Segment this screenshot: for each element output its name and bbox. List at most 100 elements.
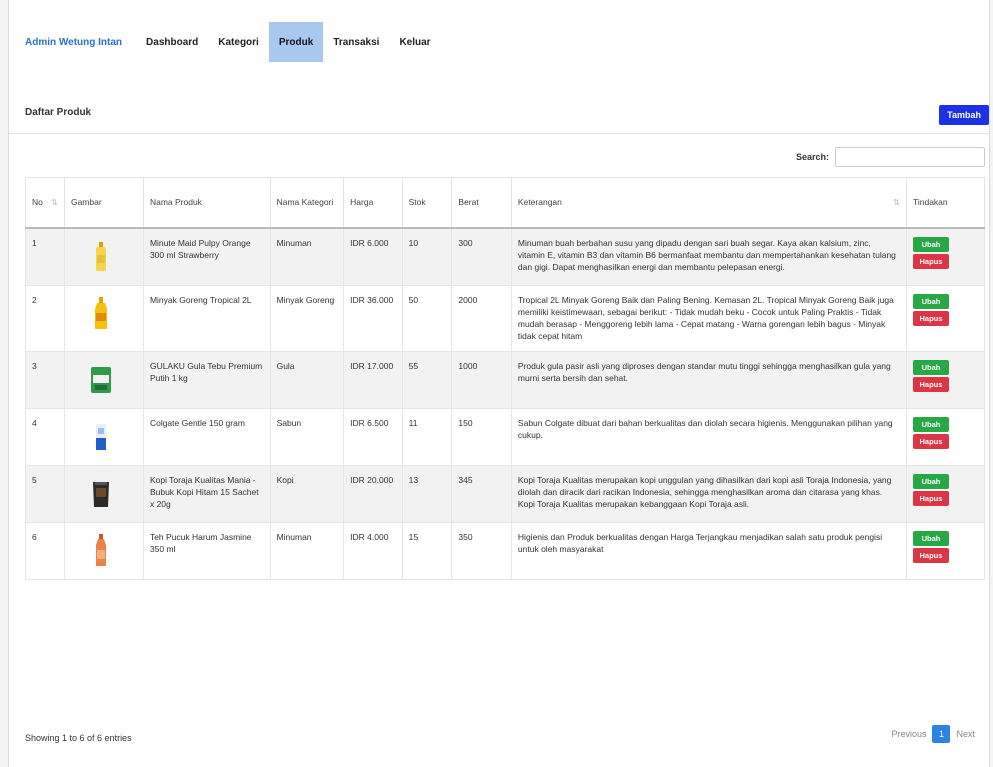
delete-button[interactable]: Hapus	[912, 433, 949, 449]
table-row: 2 Minyak Goreng Tropical 2L Minyak Goren…	[25, 284, 986, 352]
cell-actions: Ubah Hapus	[905, 407, 986, 466]
edit-button[interactable]: Ubah	[912, 293, 949, 309]
delete-button[interactable]: Hapus	[912, 547, 949, 563]
table-row: 5 Kopi Toraja Kualitas Mania - Bubuk Kop…	[25, 464, 986, 523]
cell-nama: Minyak Goreng Tropical 2L	[142, 284, 271, 352]
cell-image	[63, 407, 144, 466]
add-product-button[interactable]: Tambah	[939, 105, 989, 125]
next-page-button[interactable]: Next	[950, 729, 981, 739]
edit-button[interactable]: Ubah	[912, 359, 949, 375]
coffee-pouch-icon	[71, 474, 131, 514]
nav-produk[interactable]: Produk	[268, 22, 324, 62]
product-table: No ⇅ Gambar Nama Produk Nama Kategori Har…	[25, 177, 986, 580]
cell-image	[63, 227, 144, 286]
column-header-gambar[interactable]: Gambar	[63, 177, 144, 229]
column-header-berat[interactable]: Berat	[451, 177, 512, 229]
column-header-nama[interactable]: Nama Produk	[142, 177, 271, 229]
cell-nama: GULAKU Gula Tebu Premium Putih 1 kg	[142, 350, 271, 409]
delete-button[interactable]: Hapus	[912, 253, 949, 269]
cell-stok: 15	[401, 521, 453, 580]
delete-button[interactable]: Hapus	[912, 490, 949, 506]
column-label: Tindakan	[912, 197, 948, 208]
cell-actions: Ubah Hapus	[905, 284, 986, 352]
column-label: Harga	[350, 197, 374, 208]
cell-no: 5	[25, 464, 65, 523]
previous-page-button[interactable]: Previous	[885, 729, 932, 739]
cell-stok: 55	[401, 350, 453, 409]
toothpaste-icon	[71, 417, 131, 457]
column-header-harga[interactable]: Harga	[343, 177, 403, 229]
table-row: 3 GULAKU Gula Tebu Premium Putih 1 kg Gu…	[25, 350, 986, 409]
column-header-keterangan[interactable]: Keterangan ⇅	[510, 177, 907, 229]
column-label: Stok	[408, 197, 426, 208]
cell-image	[63, 521, 144, 580]
cell-no: 6	[25, 521, 65, 580]
tea-bottle-icon	[71, 531, 131, 571]
cell-no: 4	[25, 407, 65, 466]
cell-keterangan: Tropical 2L Minyak Goreng Baik dan Palin…	[510, 284, 907, 352]
cell-nama: Teh Pucuk Harum Jasmine 350 ml	[142, 521, 271, 580]
table-info: Showing 1 to 6 of 6 entries	[25, 733, 132, 743]
divider	[9, 133, 989, 134]
column-label: Keterangan	[517, 196, 562, 207]
app-frame: Admin Wetung Intan Dashboard Kategori Pr…	[8, 0, 990, 767]
nav-keluar[interactable]: Keluar	[389, 22, 440, 62]
cell-keterangan: Produk gula pasir asli yang diproses den…	[510, 350, 907, 409]
top-navbar: Admin Wetung Intan Dashboard Kategori Pr…	[25, 22, 441, 62]
column-header-stok[interactable]: Stok	[401, 177, 453, 229]
edit-button[interactable]: Ubah	[912, 530, 949, 546]
cell-berat: 350	[451, 521, 512, 580]
nav-kategori[interactable]: Kategori	[208, 22, 269, 62]
cell-image	[63, 464, 144, 523]
page-title: Daftar Produk	[25, 107, 92, 118]
cell-image	[63, 350, 144, 409]
cell-berat: 2000	[451, 284, 512, 352]
column-header-tindakan: Tindakan	[905, 177, 986, 229]
delete-button[interactable]: Hapus	[912, 376, 949, 392]
oil-bottle-icon	[71, 294, 131, 334]
cell-kategori: Minuman	[269, 521, 345, 580]
cell-no: 1	[25, 227, 65, 286]
cell-kategori: Minyak Goreng	[269, 284, 345, 352]
table-header-row: No ⇅ Gambar Nama Produk Nama Kategori Har…	[25, 177, 986, 229]
column-header-kategori[interactable]: Nama Kategori	[269, 177, 345, 229]
cell-stok: 13	[401, 464, 453, 523]
search-label: Search:	[795, 152, 829, 162]
cell-stok: 50	[401, 284, 453, 352]
cell-keterangan: Kopi Toraja Kualitas merupakan kopi ungg…	[510, 464, 907, 523]
cell-kategori: Gula	[269, 350, 345, 409]
column-label: No	[32, 196, 43, 207]
cell-kategori: Minuman	[269, 227, 345, 286]
column-header-no[interactable]: No ⇅	[25, 177, 65, 229]
nav-transaksi[interactable]: Transaksi	[323, 22, 389, 62]
cell-actions: Ubah Hapus	[905, 464, 986, 523]
cell-keterangan: Higienis dan Produk berkualitas dengan H…	[510, 521, 907, 580]
cell-berat: 300	[451, 227, 512, 286]
sugar-pack-icon	[71, 360, 131, 400]
column-label: Berat	[458, 197, 479, 208]
cell-harga: IDR 6.000	[343, 227, 403, 286]
nav-dashboard[interactable]: Dashboard	[136, 22, 208, 62]
cell-berat: 345	[451, 464, 512, 523]
edit-button[interactable]: Ubah	[912, 236, 949, 252]
cell-keterangan: Sabun Colgate dibuat dari bahan berkuali…	[510, 407, 907, 466]
cell-kategori: Kopi	[269, 464, 345, 523]
edit-button[interactable]: Ubah	[912, 416, 949, 432]
sort-icon: ⇅	[50, 196, 58, 207]
search-input[interactable]	[835, 147, 985, 167]
cell-actions: Ubah Hapus	[905, 227, 986, 286]
cell-nama: Minute Maid Pulpy Orange 300 ml Strawber…	[142, 227, 271, 286]
column-label: Nama Produk	[149, 197, 202, 208]
column-label: Nama Kategori	[276, 197, 334, 208]
cell-nama: Colgate Gentle 150 gram	[142, 407, 271, 466]
brand-link[interactable]: Admin Wetung Intan	[25, 37, 122, 48]
page-button-current[interactable]: 1	[932, 725, 951, 743]
edit-button[interactable]: Ubah	[912, 473, 949, 489]
cell-no: 3	[25, 350, 65, 409]
cell-stok: 11	[401, 407, 453, 466]
bottle-icon	[71, 237, 131, 277]
delete-button[interactable]: Hapus	[912, 310, 949, 326]
pagination: Previous 1 Next	[885, 725, 981, 743]
cell-actions: Ubah Hapus	[905, 350, 986, 409]
cell-no: 2	[25, 284, 65, 352]
